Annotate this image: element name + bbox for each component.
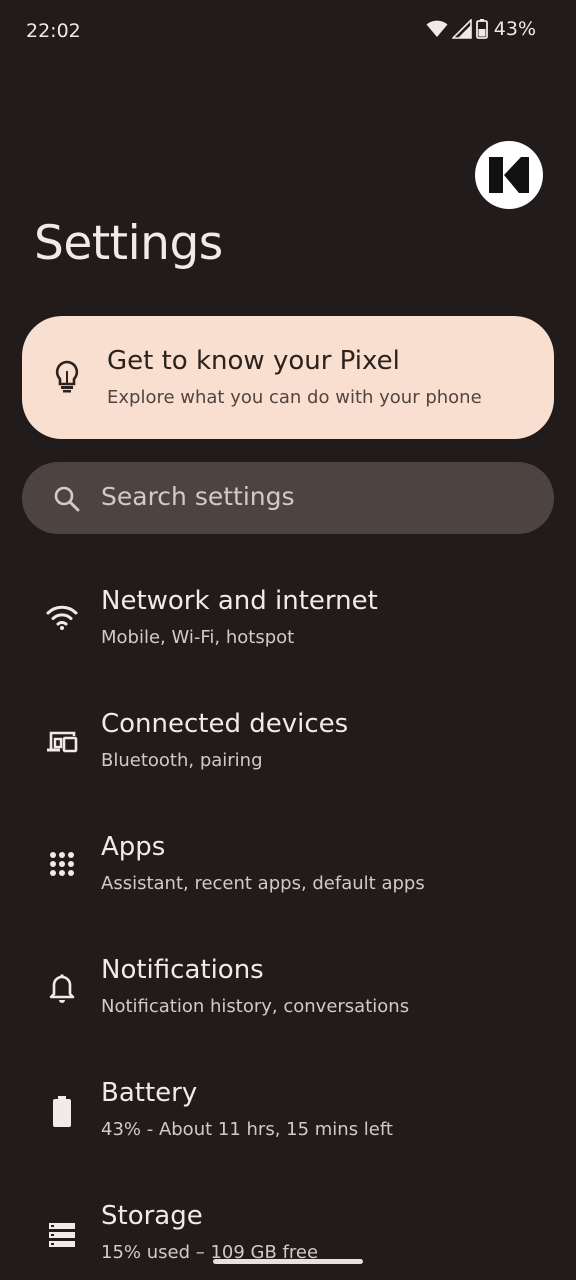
status-time: 22:02	[26, 20, 81, 42]
settings-screen: 22:02 43% Settings Get to know your Pixe…	[0, 0, 576, 1280]
settings-item-title: Storage	[101, 1201, 203, 1231]
battery-icon	[475, 19, 488, 39]
status-icons: 43%	[426, 18, 536, 40]
search-icon	[53, 485, 81, 517]
settings-item-title: Apps	[101, 832, 166, 862]
settings-item-title: Network and internet	[101, 586, 378, 616]
settings-item-network[interactable]: Network and internet Mobile, Wi-Fi, hots…	[0, 566, 576, 689]
apps-grid-icon	[44, 846, 80, 882]
settings-item-connected-devices[interactable]: Connected devices Bluetooth, pairing	[0, 689, 576, 812]
page-title: Settings	[34, 216, 223, 271]
wifi-icon	[426, 20, 448, 38]
status-bar: 22:02 43%	[0, 0, 576, 64]
tips-card-subtitle: Explore what you can do with your phone	[107, 387, 482, 408]
settings-item-subtitle: Assistant, recent apps, default apps	[101, 873, 425, 894]
cellular-signal-icon	[451, 19, 472, 39]
settings-item-notifications[interactable]: Notifications Notification history, conv…	[0, 935, 576, 1058]
settings-item-subtitle: Mobile, Wi-Fi, hotspot	[101, 627, 295, 648]
settings-item-subtitle: Notification history, conversations	[101, 996, 410, 1017]
tips-card-title: Get to know your Pixel	[107, 346, 400, 376]
storage-icon	[44, 1217, 80, 1253]
settings-item-apps[interactable]: Apps Assistant, recent apps, default app…	[0, 812, 576, 935]
settings-item-storage[interactable]: Storage 15% used – 109 GB free	[0, 1181, 576, 1280]
devices-icon	[44, 724, 80, 760]
search-bar[interactable]: Search settings	[22, 462, 554, 534]
settings-item-title: Battery	[101, 1078, 198, 1108]
battery-percent: 43%	[493, 18, 536, 40]
account-avatar-icon[interactable]	[475, 141, 543, 209]
wifi-icon	[44, 599, 80, 635]
pixel-tips-card[interactable]: Get to know your Pixel Explore what you …	[22, 316, 554, 439]
settings-item-battery[interactable]: Battery 43% - About 11 hrs, 15 mins left	[0, 1058, 576, 1181]
gesture-nav-handle[interactable]	[213, 1259, 363, 1264]
settings-item-subtitle: 43% - About 11 hrs, 15 mins left	[101, 1119, 393, 1140]
bell-icon	[44, 971, 80, 1007]
lightbulb-icon	[54, 360, 80, 398]
settings-item-title: Connected devices	[101, 709, 349, 739]
search-input[interactable]: Search settings	[101, 482, 295, 511]
settings-item-title: Notifications	[101, 955, 264, 985]
battery-icon	[44, 1094, 80, 1130]
settings-item-subtitle: Bluetooth, pairing	[101, 750, 263, 771]
